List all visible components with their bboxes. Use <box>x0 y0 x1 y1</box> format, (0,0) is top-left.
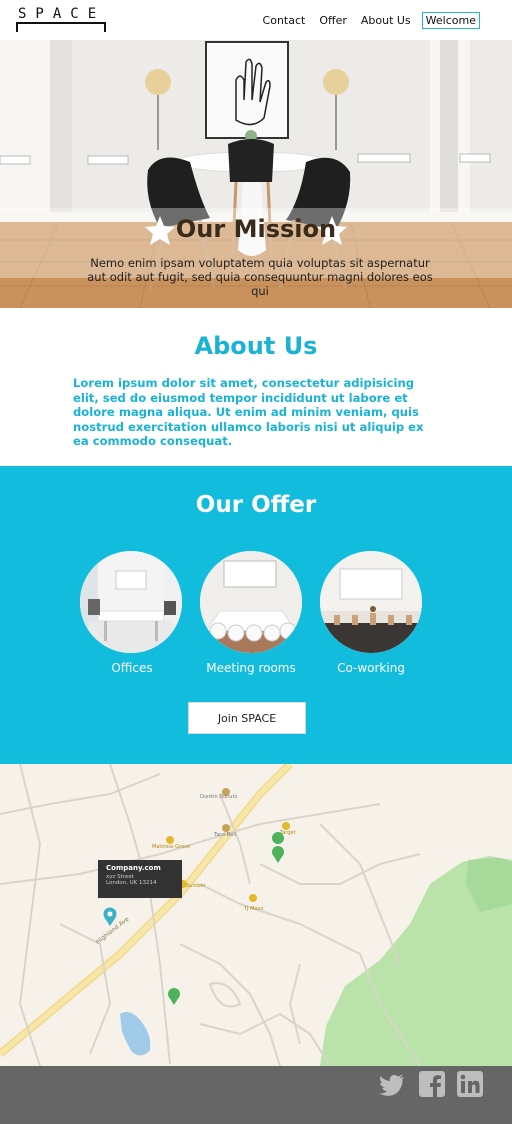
nav-offer[interactable]: Offer <box>316 12 350 29</box>
poi-mattress: Mattress Grove <box>152 844 190 850</box>
logo[interactable]: SPACE <box>16 6 106 32</box>
map-canvas[interactable]: Highland Ave Dunkin Donuts Target Taco B… <box>0 764 512 1066</box>
poi-taco-bell: Taco Bell <box>213 832 236 838</box>
poi-dunkin: Dunkin Donuts <box>200 794 237 800</box>
join-space-button[interactable]: Join SPACE <box>188 702 306 734</box>
linkedin-icon[interactable] <box>456 1070 484 1098</box>
facebook-icon[interactable] <box>418 1070 446 1098</box>
nav-contact[interactable]: Contact <box>260 12 309 29</box>
main-nav: Contact Offer About Us Welcome <box>260 12 480 29</box>
map[interactable]: Highland Ave Dunkin Donuts Target Taco B… <box>0 764 512 1066</box>
about-title: About Us <box>194 332 318 360</box>
logo-text: SPACE <box>18 6 106 22</box>
meeting-rooms-label: Meeting rooms <box>206 661 296 675</box>
site-header: SPACE Contact Offer About Us Welcome <box>0 0 512 40</box>
offices-image[interactable] <box>80 551 182 653</box>
poi-sumber: Sumber <box>186 883 206 889</box>
nav-welcome[interactable]: Welcome <box>421 12 480 29</box>
co-working-image[interactable] <box>320 551 422 653</box>
tooltip-name: Company.com <box>106 864 161 872</box>
hero-section: Our Mission Nemo enim ipsam voluptatem q… <box>0 40 512 308</box>
offer-section: Our Offer Offices Meeting rooms Co-worki… <box>0 466 512 764</box>
logo-frame <box>16 22 106 32</box>
map-tooltip: Company.com xyz Street London, UK 13214 <box>98 860 182 898</box>
hero-title: Our Mission <box>175 215 337 243</box>
co-working-label: Co-working <box>337 661 405 675</box>
poi-target: Target <box>279 830 296 836</box>
nav-about-us[interactable]: About Us <box>358 12 414 29</box>
twitter-icon[interactable] <box>378 1070 406 1098</box>
offer-title: Our Offer <box>195 492 317 518</box>
about-text: Lorem ipsum dolor sit amet, consectetur … <box>73 376 424 448</box>
site-footer <box>0 1066 512 1124</box>
meeting-rooms-image[interactable] <box>200 551 302 653</box>
hero-text: Nemo enim ipsam voluptatem quia voluptas… <box>87 256 433 298</box>
offices-label: Offices <box>111 661 153 675</box>
poi-tjmaxx: TJ Maxx <box>243 906 263 912</box>
tooltip-city: London, UK 13214 <box>106 880 157 886</box>
